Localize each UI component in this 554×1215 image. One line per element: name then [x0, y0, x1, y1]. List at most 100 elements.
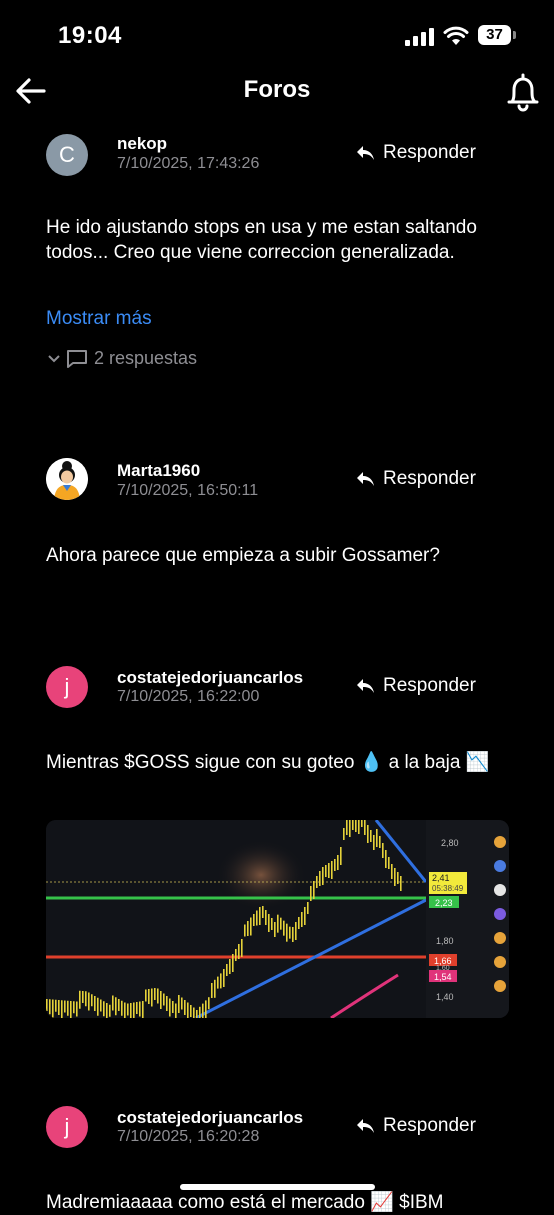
candle: [319, 871, 321, 886]
candle: [358, 820, 360, 834]
candle: [166, 996, 168, 1011]
candle: [232, 954, 234, 972]
chevron-down-icon: [48, 354, 60, 362]
candle: [91, 994, 93, 1007]
avatar[interactable]: j: [46, 666, 88, 708]
post-username[interactable]: nekop: [117, 134, 167, 154]
show-more-link[interactable]: Mostrar más: [46, 308, 152, 330]
post-date: 7/10/2025, 17:43:26: [117, 155, 260, 172]
price-chart-screenshot: 2,80 2,41 05:38:49 2,23 1,80 1,66 1,60 1…: [46, 820, 509, 1018]
post-text: Mientras $GOSS sigue con su goteo 💧 a la…: [46, 752, 490, 773]
candle: [226, 964, 228, 976]
candle: [205, 1000, 207, 1018]
candle: [52, 999, 54, 1018]
candle: [124, 1002, 126, 1018]
responses-toggle[interactable]: 2 respuestas: [48, 348, 197, 369]
reply-button[interactable]: Responder: [355, 1115, 476, 1137]
candle: [229, 959, 231, 974]
candle: [49, 999, 51, 1015]
candle: [208, 997, 210, 1010]
candle: [322, 867, 324, 885]
candle: [145, 989, 147, 1002]
candle: [121, 1000, 123, 1016]
chart-image[interactable]: 2,80 2,41 05:38:49 2,23 1,80 1,66 1,60 1…: [46, 820, 509, 1018]
candle: [196, 1010, 198, 1018]
chart-axis-label: 1,40: [436, 992, 454, 1002]
post-username[interactable]: costatejedorjuancarlos: [117, 1108, 303, 1128]
candle: [289, 926, 291, 939]
candle: [133, 1002, 135, 1018]
candle: [382, 843, 384, 858]
responses-count: 2 respuestas: [94, 348, 198, 368]
nav-bar: Foros: [0, 68, 554, 113]
candle: [148, 989, 150, 1004]
candle: [97, 997, 99, 1016]
candle: [157, 988, 159, 1004]
candle: [46, 999, 48, 1011]
avatar[interactable]: [46, 458, 88, 500]
candle: [259, 907, 261, 925]
candle: [253, 914, 255, 926]
candle: [142, 1001, 144, 1018]
candle: [262, 906, 264, 918]
candle: [343, 828, 345, 840]
post-text: Madremiaaaaa como está el mercado 📈 $IBM: [46, 1192, 444, 1213]
avatar-initial: C: [59, 142, 75, 167]
candle: [301, 912, 303, 927]
bell-icon[interactable]: [504, 72, 542, 112]
candle: [328, 863, 330, 878]
reply-label: Responder: [383, 1115, 476, 1136]
candle: [394, 868, 396, 886]
candle: [136, 1002, 138, 1014]
candle: [70, 1001, 72, 1018]
comment-icon: [67, 349, 87, 368]
reply-icon: [357, 472, 374, 486]
candle: [151, 988, 153, 1007]
candle: [361, 820, 363, 827]
post-username[interactable]: costatejedorjuancarlos: [117, 668, 303, 688]
post-username[interactable]: Marta1960: [117, 461, 200, 481]
reply-button[interactable]: Responder: [355, 142, 476, 164]
reply-button[interactable]: Responder: [355, 675, 476, 697]
candle: [295, 922, 297, 940]
candle: [94, 996, 96, 1011]
candle: [334, 859, 336, 871]
candle: [217, 976, 219, 989]
chart-timer-label: 05:38:49: [432, 884, 464, 893]
post-date: 7/10/2025, 16:50:11: [117, 482, 259, 499]
avatar[interactable]: j: [46, 1106, 88, 1148]
avatar[interactable]: C: [46, 134, 88, 176]
post-text: He ido ajustando stops en usa y me estan…: [46, 217, 477, 263]
page-title: Foros: [243, 76, 311, 103]
candle: [85, 991, 87, 1007]
candle: [346, 820, 348, 835]
woman-avatar-icon: [46, 458, 88, 500]
candle: [331, 861, 333, 879]
candle: [109, 1004, 111, 1017]
candle: [337, 855, 339, 870]
candle: [184, 1000, 186, 1015]
candle: [298, 917, 300, 929]
candle: [244, 924, 246, 937]
signal-icon: [405, 28, 434, 46]
candle: [313, 881, 315, 899]
reply-label: Responder: [383, 142, 476, 163]
candle: [82, 991, 84, 1003]
reply-button[interactable]: Responder: [355, 468, 476, 490]
avatar-initial: j: [64, 674, 70, 699]
candle: [307, 902, 309, 914]
candle: [193, 1007, 195, 1018]
chart-axis-label: 2,80: [441, 838, 459, 848]
candle: [370, 830, 372, 842]
candle: [292, 927, 294, 942]
candle: [178, 995, 180, 1013]
candle: [220, 973, 222, 989]
candle: [367, 825, 369, 843]
candle: [223, 969, 225, 987]
reply-icon: [357, 1119, 374, 1133]
candle: [61, 1000, 63, 1018]
candle: [340, 847, 342, 865]
candle: [115, 997, 117, 1016]
candle: [127, 1003, 129, 1016]
candle: [265, 910, 267, 925]
